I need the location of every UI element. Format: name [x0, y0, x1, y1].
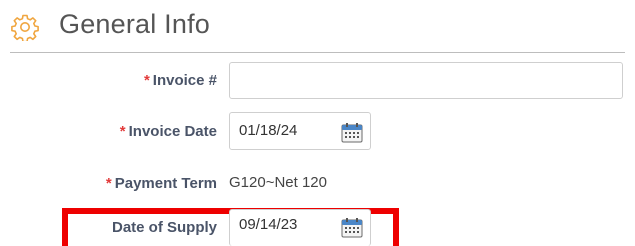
calendar-icon[interactable] — [341, 122, 363, 143]
invoice-number-label-text: Invoice # — [152, 72, 217, 89]
section-title: General Info — [59, 9, 210, 39]
gear-icon — [11, 14, 39, 41]
date-of-supply-label: Date of Supply — [112, 219, 217, 236]
date-of-supply-label-text: Date of Supply — [111, 219, 217, 236]
section-header: General Info — [0, 0, 635, 52]
invoice-number-input[interactable] — [229, 62, 623, 99]
invoice-number-label: * Invoice # — [144, 72, 217, 89]
payment-term-value: G120~Net 120 — [229, 174, 327, 191]
invoice-date-input[interactable]: 01/18/24 — [229, 112, 371, 150]
required-marker: * — [105, 175, 112, 192]
calendar-icon[interactable] — [341, 217, 363, 238]
invoice-date-label-text: Invoice Date — [128, 123, 217, 140]
header-divider — [10, 52, 625, 53]
date-of-supply-input[interactable]: 09/14/23 — [229, 209, 371, 246]
invoice-date-value: 01/18/24 — [239, 122, 298, 139]
required-marker: * — [119, 123, 126, 140]
payment-term-label: * Payment Term — [106, 175, 217, 192]
date-of-supply-value: 09/14/23 — [239, 216, 298, 233]
required-marker: * — [143, 72, 150, 89]
payment-term-label-text: Payment Term — [114, 175, 217, 192]
invoice-date-label: * Invoice Date — [120, 123, 217, 140]
